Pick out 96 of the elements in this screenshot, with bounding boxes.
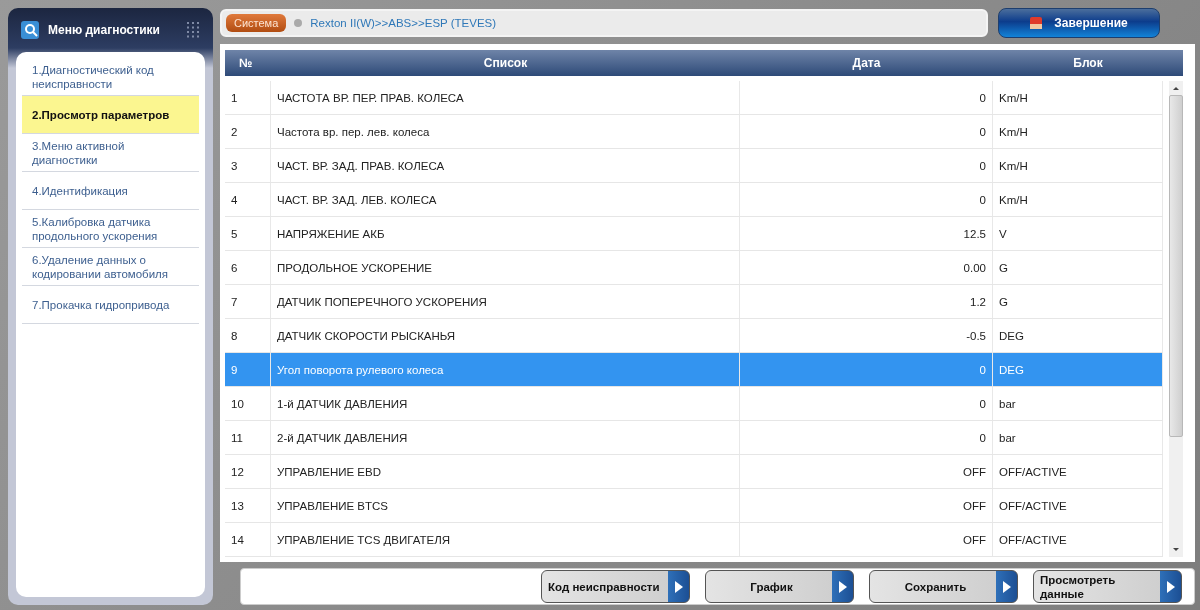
row-number: 1 <box>225 81 271 114</box>
parameter-value: 1.2 <box>740 285 993 318</box>
play-icon <box>1166 581 1176 593</box>
parameter-name: ДАТЧИК СКОРОСТИ РЫСКАНЬЯ <box>271 319 740 352</box>
parameter-value: -0.5 <box>740 319 993 352</box>
parameter-value: OFF <box>740 523 993 556</box>
parameter-unit: V <box>993 217 1163 250</box>
parameter-unit: bar <box>993 387 1163 420</box>
row-number: 6 <box>225 251 271 284</box>
parameter-value: 0 <box>740 387 993 420</box>
row-number: 5 <box>225 217 271 250</box>
play-icon <box>838 581 848 593</box>
row-number: 9 <box>225 353 271 386</box>
table-row[interactable]: 13 УПРАВЛЕНИЕ BTCS OFF OFF/ACTIVE <box>225 489 1163 523</box>
parameter-value: 0.00 <box>740 251 993 284</box>
stop-icon <box>1030 17 1043 29</box>
parameter-value: 0 <box>740 81 993 114</box>
scrollbar-thumb[interactable] <box>1169 95 1183 437</box>
parameter-name: НАПРЯЖЕНИЕ АКБ <box>271 217 740 250</box>
table-row[interactable]: 4 ЧАСТ. ВР. ЗАД. ЛЕВ. КОЛЕСА 0 Km/H <box>225 183 1163 217</box>
parameter-value: 12.5 <box>740 217 993 250</box>
column-header: Список <box>482 56 529 70</box>
row-number: 13 <box>225 489 271 522</box>
menu-item[interactable]: 5.Калибровка датчика продольного ускорения <box>22 210 199 248</box>
sidebar-title: Меню диагностики <box>48 23 161 37</box>
play-icon <box>1002 581 1012 593</box>
table-row[interactable]: 10 1-й ДАТЧИК ДАВЛЕНИЯ 0 bar <box>225 387 1163 421</box>
exit-button[interactable]: Завершение <box>998 8 1160 38</box>
parameter-unit: OFF/ACTIVE <box>993 523 1163 556</box>
table-row[interactable]: 5 НАПРЯЖЕНИЕ АКБ 12.5 V <box>225 217 1163 251</box>
parameter-name: УПРАВЛЕНИЕ EBD <box>271 455 740 488</box>
parameter-name: ПРОДОЛЬНОЕ УСКОРЕНИЕ <box>271 251 740 284</box>
parameter-value: 0 <box>740 353 993 386</box>
action-button[interactable]: Код неисправности <box>541 570 690 603</box>
row-number: 2 <box>225 115 271 148</box>
parameter-value: 0 <box>740 421 993 454</box>
row-number: 12 <box>225 455 271 488</box>
column-header: Дата <box>851 56 882 70</box>
parameter-name: 1-й ДАТЧИК ДАВЛЕНИЯ <box>271 387 740 420</box>
parameter-unit: OFF/ACTIVE <box>993 489 1163 522</box>
parameter-value: 0 <box>740 149 993 182</box>
parameter-name: ЧАСТОТА ВР. ПЕР. ПРАВ. КОЛЕСА <box>271 81 740 114</box>
dot-icon <box>294 19 303 27</box>
row-number: 11 <box>225 421 271 454</box>
parameter-name: Частота вр. пер. лев. колеса <box>271 115 740 148</box>
parameter-value: 0 <box>740 183 993 216</box>
parameter-unit: OFF/ACTIVE <box>993 455 1163 488</box>
parameter-unit: Km/H <box>993 115 1163 148</box>
action-button[interactable]: Просмотреть данные <box>1033 570 1182 603</box>
menu-item[interactable]: 3.Меню активной диагностики <box>22 134 199 172</box>
table-row[interactable]: 2 Частота вр. пер. лев. колеса 0 Km/H <box>225 115 1163 149</box>
parameter-value: OFF <box>740 455 993 488</box>
parameter-unit: bar <box>993 421 1163 454</box>
menu-item[interactable]: 2.Просмотр параметров <box>22 96 199 134</box>
parameter-unit: G <box>993 251 1163 284</box>
menu-item[interactable]: 4.Идентификация <box>22 172 199 210</box>
menu-item[interactable]: 6.Удаление данных о кодировании автомобиля <box>22 248 199 286</box>
parameter-unit: Km/H <box>993 183 1163 216</box>
parameter-unit: G <box>993 285 1163 318</box>
parameter-name: УПРАВЛЕНИЕ BTCS <box>271 489 740 522</box>
parameter-name: ДАТЧИК ПОПЕРЕЧНОГО УСКОРЕНИЯ <box>271 285 740 318</box>
grip-icon <box>187 22 201 38</box>
table-row[interactable]: 3 ЧАСТ. ВР. ЗАД. ПРАВ. КОЛЕСА 0 Km/H <box>225 149 1163 183</box>
table-row[interactable]: 8 ДАТЧИК СКОРОСТИ РЫСКАНЬЯ -0.5 DEG <box>225 319 1163 353</box>
parameter-name: УПРАВЛЕНИЕ TCS ДВИГАТЕЛЯ <box>271 523 740 556</box>
table-row[interactable]: 1 ЧАСТОТА ВР. ПЕР. ПРАВ. КОЛЕСА 0 Km/H <box>225 81 1163 115</box>
table-row[interactable]: 14 УПРАВЛЕНИЕ TCS ДВИГАТЕЛЯ OFF OFF/ACTIVE <box>225 523 1163 557</box>
table-row[interactable]: 7 ДАТЧИК ПОПЕРЕЧНОГО УСКОРЕНИЯ 1.2 G <box>225 285 1163 319</box>
row-number: 14 <box>225 523 271 556</box>
parameter-value: OFF <box>740 489 993 522</box>
magnifier-icon <box>20 20 40 40</box>
menu-item[interactable]: 7.Прокачка гидропривода <box>22 286 199 324</box>
scrollbar[interactable] <box>1169 81 1183 557</box>
parameter-name: ЧАСТ. ВР. ЗАД. ПРАВ. КОЛЕСА <box>271 149 740 182</box>
parameter-unit: Km/H <box>993 81 1163 114</box>
parameter-name: 2-й ДАТЧИК ДАВЛЕНИЯ <box>271 421 740 454</box>
column-header: № <box>238 56 254 70</box>
breadcrumb-path: Rexton II(W)>>ABS>>ESP (TEVES) <box>310 17 497 29</box>
parameter-value: 0 <box>740 115 993 148</box>
action-button[interactable]: Сохранить <box>869 570 1018 603</box>
action-button[interactable]: График <box>705 570 854 603</box>
parameter-unit: DEG <box>993 353 1163 386</box>
row-number: 8 <box>225 319 271 352</box>
row-number: 10 <box>225 387 271 420</box>
parameter-unit: Km/H <box>993 149 1163 182</box>
column-header: Блок <box>1072 56 1104 70</box>
parameter-unit: DEG <box>993 319 1163 352</box>
parameter-name: ЧАСТ. ВР. ЗАД. ЛЕВ. КОЛЕСА <box>271 183 740 216</box>
row-number: 4 <box>225 183 271 216</box>
play-icon <box>674 581 684 593</box>
table-row[interactable]: 11 2-й ДАТЧИК ДАВЛЕНИЯ 0 bar <box>225 421 1163 455</box>
row-number: 7 <box>225 285 271 318</box>
row-number: 3 <box>225 149 271 182</box>
table-row[interactable]: 6 ПРОДОЛЬНОЕ УСКОРЕНИЕ 0.00 G <box>225 251 1163 285</box>
parameter-name: Угол поворота рулевого колеса <box>271 353 740 386</box>
table-row[interactable]: 12 УПРАВЛЕНИЕ EBD OFF OFF/ACTIVE <box>225 455 1163 489</box>
